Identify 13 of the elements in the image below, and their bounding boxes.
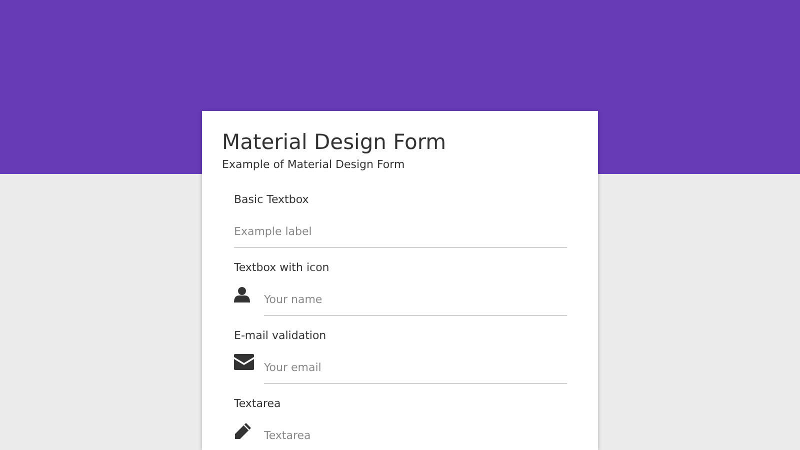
input-field[interactable]: Example label — [234, 216, 567, 248]
form-title: Material Design Form — [221, 130, 448, 154]
textarea-field[interactable]: Textarea — [264, 420, 567, 450]
field-label: Basic Textbox — [234, 192, 310, 208]
person-icon — [234, 286, 250, 303]
envelope-icon — [234, 354, 254, 370]
field-label: E-mail validation — [234, 328, 328, 344]
input-field[interactable]: Your name — [264, 284, 567, 316]
input-field[interactable]: Your email — [264, 352, 567, 384]
field-label: Textbox with icon — [234, 260, 330, 276]
pencil-icon — [234, 422, 252, 440]
field-label: Textarea — [234, 396, 282, 412]
form-subtitle: Example of Material Design Form — [221, 157, 406, 173]
